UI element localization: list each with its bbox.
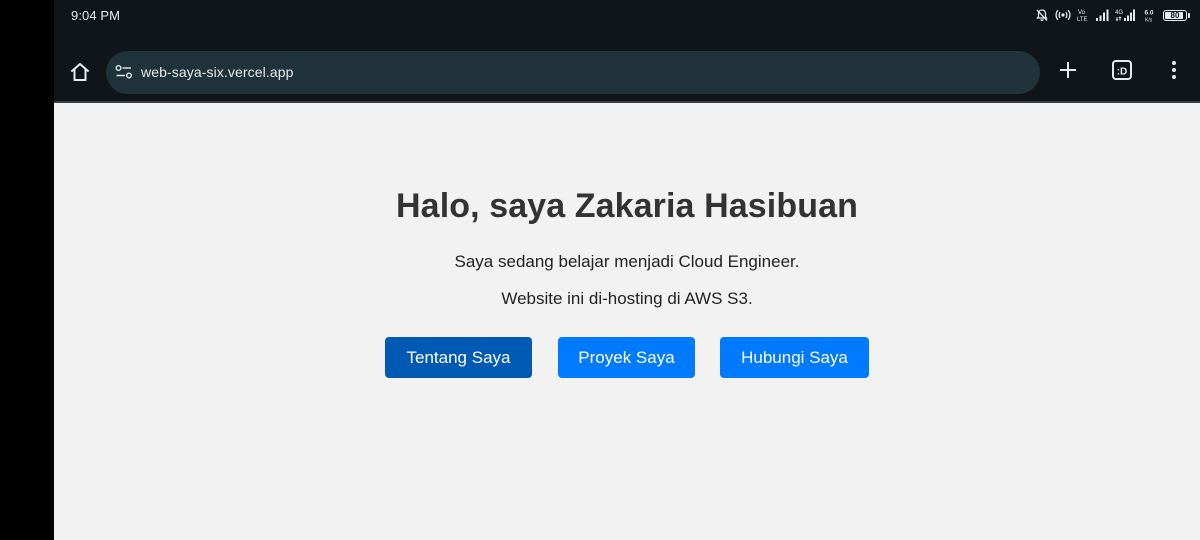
svg-text::D: :D (1117, 66, 1128, 77)
plus-icon (1058, 60, 1078, 85)
browser-toolbar: web-saya-six.vercel.app :D (54, 30, 1200, 102)
url-text: web-saya-six.vercel.app (141, 64, 294, 80)
mute-icon (1035, 8, 1049, 22)
svg-text:LTE: LTE (1077, 17, 1088, 22)
page-hosting-note: Website ini di-hosting di AWS S3. (501, 289, 753, 308)
4g-signal-icon: 4G (1115, 8, 1137, 22)
page-subtitle: Saya sedang belajar menjadi Cloud Engine… (454, 252, 800, 271)
volte-icon: Vo LTE (1077, 8, 1089, 22)
about-me-button[interactable]: Tentang Saya (385, 337, 532, 378)
site-settings-icon[interactable] (115, 64, 133, 80)
svg-text:Vo: Vo (1078, 10, 1086, 16)
hotspot-icon (1055, 8, 1071, 22)
battery-level: 80 (1170, 10, 1180, 20)
home-icon (69, 61, 91, 88)
home-button[interactable] (64, 59, 96, 89)
battery-cap (1188, 12, 1190, 18)
signal-icon (1095, 8, 1109, 22)
more-menu-button[interactable] (1158, 56, 1190, 88)
left-bezel (0, 0, 54, 540)
tab-switcher-button[interactable]: :D (1106, 56, 1138, 88)
device-screen: 9:04 PM Vo LTE 4G 6.0 K/s 80 web-saya-si… (54, 0, 1200, 540)
svg-text:4G: 4G (1115, 10, 1123, 16)
page-title: Halo, saya Zakaria Hasibuan (396, 187, 858, 225)
network-speed-icon: 6.0 K/s (1143, 8, 1157, 23)
new-tab-button[interactable] (1052, 56, 1084, 88)
svg-text:K/s: K/s (1145, 18, 1153, 23)
page-content: Halo, saya Zakaria Hasibuan Saya sedang … (54, 103, 1200, 540)
more-vert-icon (1171, 60, 1177, 85)
svg-text:6.0: 6.0 (1145, 10, 1154, 17)
tab-switcher-icon: :D (1111, 59, 1133, 86)
battery-icon: 80 (1163, 9, 1187, 21)
status-bar: 9:04 PM Vo LTE 4G 6.0 K/s 80 (54, 0, 1200, 30)
my-projects-button[interactable]: Proyek Saya (558, 337, 695, 378)
url-bar[interactable]: web-saya-six.vercel.app (106, 51, 1040, 94)
status-time: 9:04 PM (71, 8, 121, 23)
status-icons: Vo LTE 4G 6.0 K/s 80 (1035, 7, 1190, 23)
contact-me-button[interactable]: Hubungi Saya (720, 337, 869, 378)
